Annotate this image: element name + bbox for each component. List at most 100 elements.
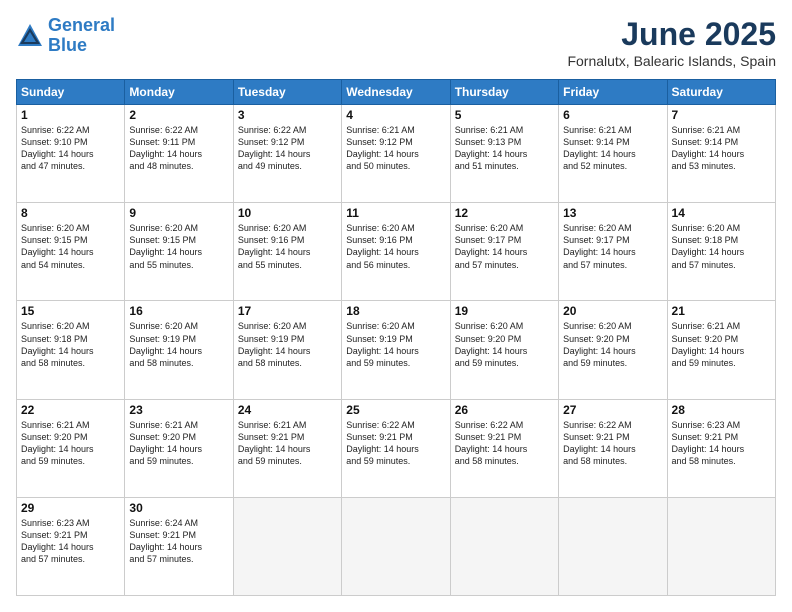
day-number: 20 bbox=[563, 304, 662, 318]
day-info: Sunrise: 6:20 AM Sunset: 9:19 PM Dayligh… bbox=[129, 320, 228, 369]
day-number: 16 bbox=[129, 304, 228, 318]
table-row bbox=[450, 497, 558, 595]
day-number: 14 bbox=[672, 206, 771, 220]
day-info: Sunrise: 6:20 AM Sunset: 9:18 PM Dayligh… bbox=[21, 320, 120, 369]
table-row: 3 Sunrise: 6:22 AM Sunset: 9:12 PM Daylig… bbox=[233, 105, 341, 203]
table-row: 2 Sunrise: 6:22 AM Sunset: 9:11 PM Daylig… bbox=[125, 105, 233, 203]
table-row: 12 Sunrise: 6:20 AM Sunset: 9:17 PM Dayli… bbox=[450, 203, 558, 301]
day-info: Sunrise: 6:21 AM Sunset: 9:12 PM Dayligh… bbox=[346, 124, 445, 173]
table-row: 14 Sunrise: 6:20 AM Sunset: 9:18 PM Dayli… bbox=[667, 203, 775, 301]
day-info: Sunrise: 6:22 AM Sunset: 9:12 PM Dayligh… bbox=[238, 124, 337, 173]
logo-text: General Blue bbox=[48, 16, 115, 56]
day-info: Sunrise: 6:20 AM Sunset: 9:19 PM Dayligh… bbox=[346, 320, 445, 369]
logo-icon bbox=[16, 22, 44, 50]
table-row: 15 Sunrise: 6:20 AM Sunset: 9:18 PM Dayli… bbox=[17, 301, 125, 399]
day-number: 23 bbox=[129, 403, 228, 417]
location: Fornalutx, Balearic Islands, Spain bbox=[567, 53, 776, 69]
table-row bbox=[342, 497, 450, 595]
day-number: 3 bbox=[238, 108, 337, 122]
day-info: Sunrise: 6:20 AM Sunset: 9:17 PM Dayligh… bbox=[455, 222, 554, 271]
col-sunday: Sunday bbox=[17, 80, 125, 105]
table-row: 8Sunrise: 6:20 AM Sunset: 9:15 PM Daylig… bbox=[17, 203, 125, 301]
day-number: 28 bbox=[672, 403, 771, 417]
table-row: 29 Sunrise: 6:23 AM Sunset: 9:21 PM Dayli… bbox=[17, 497, 125, 595]
table-row: 6 Sunrise: 6:21 AM Sunset: 9:14 PM Daylig… bbox=[559, 105, 667, 203]
day-number: 1 bbox=[21, 108, 120, 122]
day-info: Sunrise: 6:22 AM Sunset: 9:11 PM Dayligh… bbox=[129, 124, 228, 173]
table-row: 22 Sunrise: 6:21 AM Sunset: 9:20 PM Dayli… bbox=[17, 399, 125, 497]
day-info: Sunrise: 6:21 AM Sunset: 9:21 PM Dayligh… bbox=[238, 419, 337, 468]
logo-blue: Blue bbox=[48, 35, 87, 55]
table-row: 28Sunrise: 6:23 AM Sunset: 9:21 PM Dayli… bbox=[667, 399, 775, 497]
table-row: 1 Sunrise: 6:22 AM Sunset: 9:10 PM Daylig… bbox=[17, 105, 125, 203]
day-number: 22 bbox=[21, 403, 120, 417]
day-number: 19 bbox=[455, 304, 554, 318]
table-row: 11 Sunrise: 6:20 AM Sunset: 9:16 PM Dayli… bbox=[342, 203, 450, 301]
page: General Blue June 2025 Fornalutx, Balear… bbox=[0, 0, 792, 612]
logo: General Blue bbox=[16, 16, 115, 56]
day-info: Sunrise: 6:20 AM Sunset: 9:16 PM Dayligh… bbox=[346, 222, 445, 271]
day-number: 17 bbox=[238, 304, 337, 318]
table-row: 23 Sunrise: 6:21 AM Sunset: 9:20 PM Dayli… bbox=[125, 399, 233, 497]
table-row: 27 Sunrise: 6:22 AM Sunset: 9:21 PM Dayli… bbox=[559, 399, 667, 497]
day-number: 29 bbox=[21, 501, 120, 515]
day-number: 8 bbox=[21, 206, 120, 220]
day-info: Sunrise: 6:21 AM Sunset: 9:14 PM Dayligh… bbox=[563, 124, 662, 173]
day-number: 15 bbox=[21, 304, 120, 318]
day-number: 26 bbox=[455, 403, 554, 417]
table-row: 18 Sunrise: 6:20 AM Sunset: 9:19 PM Dayli… bbox=[342, 301, 450, 399]
col-thursday: Thursday bbox=[450, 80, 558, 105]
day-number: 9 bbox=[129, 206, 228, 220]
day-number: 24 bbox=[238, 403, 337, 417]
day-info: Sunrise: 6:21 AM Sunset: 9:20 PM Dayligh… bbox=[21, 419, 120, 468]
day-number: 27 bbox=[563, 403, 662, 417]
day-number: 10 bbox=[238, 206, 337, 220]
calendar-week-row: 22 Sunrise: 6:21 AM Sunset: 9:20 PM Dayli… bbox=[17, 399, 776, 497]
table-row: 24 Sunrise: 6:21 AM Sunset: 9:21 PM Dayli… bbox=[233, 399, 341, 497]
col-tuesday: Tuesday bbox=[233, 80, 341, 105]
table-row: 13Sunrise: 6:20 AM Sunset: 9:17 PM Dayli… bbox=[559, 203, 667, 301]
table-row: 4Sunrise: 6:21 AM Sunset: 9:12 PM Daylig… bbox=[342, 105, 450, 203]
day-number: 21 bbox=[672, 304, 771, 318]
table-row: 9Sunrise: 6:20 AM Sunset: 9:15 PM Daylig… bbox=[125, 203, 233, 301]
day-info: Sunrise: 6:21 AM Sunset: 9:20 PM Dayligh… bbox=[129, 419, 228, 468]
day-number: 12 bbox=[455, 206, 554, 220]
day-info: Sunrise: 6:21 AM Sunset: 9:13 PM Dayligh… bbox=[455, 124, 554, 173]
calendar-week-row: 1 Sunrise: 6:22 AM Sunset: 9:10 PM Daylig… bbox=[17, 105, 776, 203]
day-info: Sunrise: 6:23 AM Sunset: 9:21 PM Dayligh… bbox=[21, 517, 120, 566]
day-number: 2 bbox=[129, 108, 228, 122]
table-row: 19Sunrise: 6:20 AM Sunset: 9:20 PM Dayli… bbox=[450, 301, 558, 399]
day-number: 30 bbox=[129, 501, 228, 515]
table-row: 21 Sunrise: 6:21 AM Sunset: 9:20 PM Dayli… bbox=[667, 301, 775, 399]
table-row bbox=[233, 497, 341, 595]
logo-general: General bbox=[48, 15, 115, 35]
table-row: 7Sunrise: 6:21 AM Sunset: 9:14 PM Daylig… bbox=[667, 105, 775, 203]
day-info: Sunrise: 6:20 AM Sunset: 9:18 PM Dayligh… bbox=[672, 222, 771, 271]
table-row: 5 Sunrise: 6:21 AM Sunset: 9:13 PM Daylig… bbox=[450, 105, 558, 203]
col-monday: Monday bbox=[125, 80, 233, 105]
day-info: Sunrise: 6:22 AM Sunset: 9:10 PM Dayligh… bbox=[21, 124, 120, 173]
table-row: 30 Sunrise: 6:24 AM Sunset: 9:21 PM Dayli… bbox=[125, 497, 233, 595]
day-info: Sunrise: 6:22 AM Sunset: 9:21 PM Dayligh… bbox=[455, 419, 554, 468]
day-number: 13 bbox=[563, 206, 662, 220]
day-number: 18 bbox=[346, 304, 445, 318]
day-number: 11 bbox=[346, 206, 445, 220]
calendar-week-row: 15 Sunrise: 6:20 AM Sunset: 9:18 PM Dayli… bbox=[17, 301, 776, 399]
table-row: 25Sunrise: 6:22 AM Sunset: 9:21 PM Dayli… bbox=[342, 399, 450, 497]
day-info: Sunrise: 6:22 AM Sunset: 9:21 PM Dayligh… bbox=[346, 419, 445, 468]
day-number: 5 bbox=[455, 108, 554, 122]
col-friday: Friday bbox=[559, 80, 667, 105]
calendar-header-row: Sunday Monday Tuesday Wednesday Thursday… bbox=[17, 80, 776, 105]
day-info: Sunrise: 6:20 AM Sunset: 9:20 PM Dayligh… bbox=[563, 320, 662, 369]
day-info: Sunrise: 6:22 AM Sunset: 9:21 PM Dayligh… bbox=[563, 419, 662, 468]
calendar-week-row: 8Sunrise: 6:20 AM Sunset: 9:15 PM Daylig… bbox=[17, 203, 776, 301]
day-number: 7 bbox=[672, 108, 771, 122]
col-wednesday: Wednesday bbox=[342, 80, 450, 105]
day-info: Sunrise: 6:21 AM Sunset: 9:20 PM Dayligh… bbox=[672, 320, 771, 369]
day-number: 6 bbox=[563, 108, 662, 122]
day-info: Sunrise: 6:24 AM Sunset: 9:21 PM Dayligh… bbox=[129, 517, 228, 566]
calendar-week-row: 29 Sunrise: 6:23 AM Sunset: 9:21 PM Dayli… bbox=[17, 497, 776, 595]
title-block: June 2025 Fornalutx, Balearic Islands, S… bbox=[567, 16, 776, 69]
table-row bbox=[559, 497, 667, 595]
day-info: Sunrise: 6:20 AM Sunset: 9:16 PM Dayligh… bbox=[238, 222, 337, 271]
